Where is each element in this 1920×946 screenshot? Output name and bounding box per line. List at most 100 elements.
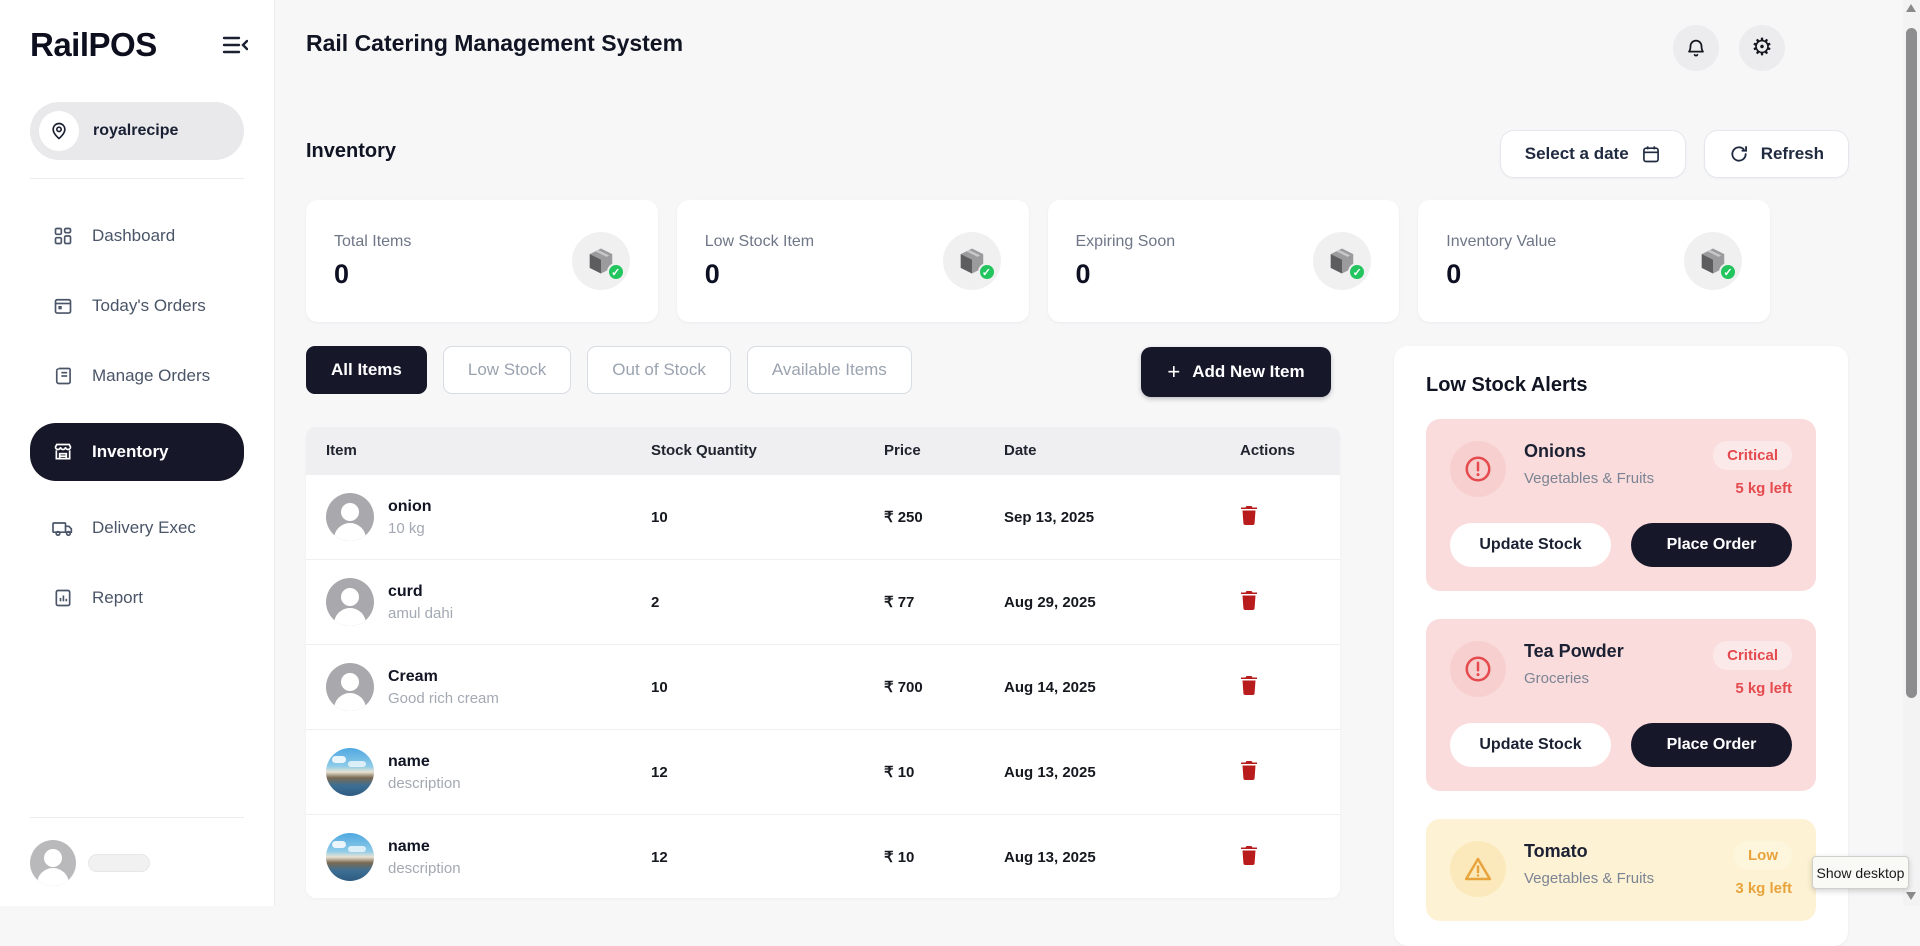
filter-low-stock[interactable]: Low Stock bbox=[443, 346, 571, 394]
quantity-left: 3 kg left bbox=[1734, 880, 1792, 897]
item-avatar bbox=[326, 578, 374, 626]
package-icon: ✓ bbox=[943, 232, 1001, 290]
location-pin-icon bbox=[39, 111, 79, 151]
stock-quantity: 10 bbox=[651, 509, 884, 526]
severity-badge: Critical bbox=[1713, 641, 1792, 670]
date: Sep 13, 2025 bbox=[1004, 509, 1212, 526]
sidebar-item-manage-orders[interactable]: Manage Orders bbox=[30, 353, 244, 399]
update-stock-button[interactable]: Update Stock bbox=[1450, 523, 1611, 567]
stat-card-total-items: Total Items 0 ✓ bbox=[306, 200, 658, 322]
column-header-actions: Actions bbox=[1212, 442, 1340, 459]
item-description: description bbox=[388, 860, 461, 877]
bell-icon bbox=[1685, 37, 1707, 59]
sidebar-divider bbox=[30, 178, 244, 179]
main-content: Rail Catering Management System ⚙ Invent… bbox=[275, 0, 1903, 906]
scrollbar-thumb[interactable] bbox=[1906, 28, 1917, 698]
plus-icon: + bbox=[1167, 359, 1180, 385]
check-badge-icon: ✓ bbox=[1719, 263, 1737, 281]
alert-name: Onions bbox=[1524, 441, 1654, 462]
outlet-selector[interactable]: royalrecipe bbox=[30, 102, 244, 160]
select-date-button[interactable]: Select a date bbox=[1500, 130, 1686, 178]
package-icon: ✓ bbox=[572, 232, 630, 290]
sidebar-item-dashboard[interactable]: Dashboard bbox=[30, 213, 244, 259]
quantity-left: 5 kg left bbox=[1713, 680, 1792, 697]
stock-quantity: 2 bbox=[651, 594, 884, 611]
refresh-label: Refresh bbox=[1761, 144, 1824, 164]
user-avatar bbox=[30, 840, 76, 886]
stat-value: 0 bbox=[1076, 259, 1176, 290]
calendar-icon bbox=[1641, 144, 1661, 164]
filter-available-items[interactable]: Available Items bbox=[747, 346, 912, 394]
delete-button[interactable] bbox=[1240, 845, 1258, 865]
stock-quantity: 12 bbox=[651, 849, 884, 866]
item-description: description bbox=[388, 775, 461, 792]
column-header-date: Date bbox=[1004, 442, 1212, 459]
alert-card-onions: Onions Vegetables & Fruits Critical 5 kg… bbox=[1426, 419, 1816, 591]
truck-icon bbox=[52, 518, 74, 538]
gear-icon: ⚙ bbox=[1751, 36, 1773, 60]
stat-card-expiring-soon: Expiring Soon 0 ✓ bbox=[1048, 200, 1400, 322]
column-header-price: Price bbox=[884, 442, 1004, 459]
sidebar-item-delivery-exec[interactable]: Delivery Exec bbox=[30, 505, 244, 551]
delete-button[interactable] bbox=[1240, 675, 1258, 695]
item-avatar bbox=[326, 493, 374, 541]
alerts-title: Low Stock Alerts bbox=[1426, 374, 1816, 397]
sidebar-item-label: Report bbox=[92, 588, 143, 608]
check-badge-icon: ✓ bbox=[607, 263, 625, 281]
sidebar-item-todays-orders[interactable]: Today's Orders bbox=[30, 283, 244, 329]
place-order-button[interactable]: Place Order bbox=[1631, 723, 1792, 767]
stat-card-inventory-value: Inventory Value 0 ✓ bbox=[1418, 200, 1770, 322]
delete-button[interactable] bbox=[1240, 760, 1258, 780]
filter-all-items[interactable]: All Items bbox=[306, 346, 427, 394]
scroll-up-arrow-icon[interactable] bbox=[1906, 4, 1916, 12]
sidebar-item-inventory[interactable]: Inventory bbox=[30, 423, 244, 481]
calendar-icon bbox=[52, 296, 74, 316]
sidebar-item-report[interactable]: Report bbox=[30, 575, 244, 621]
stat-label: Total Items bbox=[334, 233, 411, 251]
delete-button[interactable] bbox=[1240, 505, 1258, 525]
item-description: 10 kg bbox=[388, 520, 432, 537]
notifications-button[interactable] bbox=[1673, 25, 1719, 71]
table-header: Item Stock Quantity Price Date Actions bbox=[306, 427, 1340, 474]
sidebar: RailPOS royalrecipe Dashboard bbox=[0, 0, 275, 906]
sidebar-item-label: Manage Orders bbox=[92, 366, 210, 386]
item-name: name bbox=[388, 838, 461, 856]
place-order-button[interactable]: Place Order bbox=[1631, 523, 1792, 567]
store-icon bbox=[52, 442, 74, 462]
stock-quantity: 10 bbox=[651, 679, 884, 696]
sidebar-bottom-divider bbox=[30, 817, 244, 818]
stock-quantity: 12 bbox=[651, 764, 884, 781]
stat-value: 0 bbox=[705, 259, 814, 290]
severity-badge: Critical bbox=[1713, 441, 1792, 470]
warning-triangle-icon bbox=[1450, 841, 1506, 897]
sidebar-item-label: Delivery Exec bbox=[92, 518, 196, 538]
select-date-label: Select a date bbox=[1525, 144, 1629, 164]
add-new-item-button[interactable]: + Add New Item bbox=[1141, 347, 1331, 397]
scrollbar[interactable] bbox=[1903, 0, 1920, 906]
user-profile[interactable] bbox=[30, 840, 244, 886]
update-stock-button[interactable]: Update Stock bbox=[1450, 723, 1611, 767]
filter-out-of-stock[interactable]: Out of Stock bbox=[587, 346, 731, 394]
price: ₹ 250 bbox=[884, 508, 1004, 526]
stat-card-low-stock: Low Stock Item 0 ✓ bbox=[677, 200, 1029, 322]
stat-label: Low Stock Item bbox=[705, 233, 814, 251]
sidebar-collapse-icon[interactable] bbox=[222, 34, 248, 56]
column-header-item: Item bbox=[326, 442, 651, 459]
delete-button[interactable] bbox=[1240, 590, 1258, 610]
settings-button[interactable]: ⚙ bbox=[1739, 25, 1785, 71]
section-heading: Inventory bbox=[306, 140, 396, 163]
table-row: onion 10 kg 10 ₹ 250 Sep 13, 2025 bbox=[306, 474, 1340, 559]
item-name: Cream bbox=[388, 668, 499, 686]
item-description: amul dahi bbox=[388, 605, 453, 622]
alert-category: Vegetables & Fruits bbox=[1524, 470, 1654, 487]
scroll-down-arrow-icon[interactable] bbox=[1906, 892, 1916, 900]
filters-row: All Items Low Stock Out of Stock Availab… bbox=[306, 346, 912, 394]
stats-row: Total Items 0 ✓ Low Stock Item 0 ✓ Expir… bbox=[306, 200, 1770, 322]
table-row: name description 12 ₹ 10 Aug 13, 2025 bbox=[306, 814, 1340, 898]
table-row: Cream Good rich cream 10 ₹ 700 Aug 14, 2… bbox=[306, 644, 1340, 729]
alert-name: Tomato bbox=[1524, 841, 1654, 862]
alert-card-tea-powder: Tea Powder Groceries Critical 5 kg left … bbox=[1426, 619, 1816, 791]
item-name: onion bbox=[388, 498, 432, 516]
orders-icon bbox=[52, 366, 74, 386]
refresh-button[interactable]: Refresh bbox=[1704, 130, 1849, 178]
